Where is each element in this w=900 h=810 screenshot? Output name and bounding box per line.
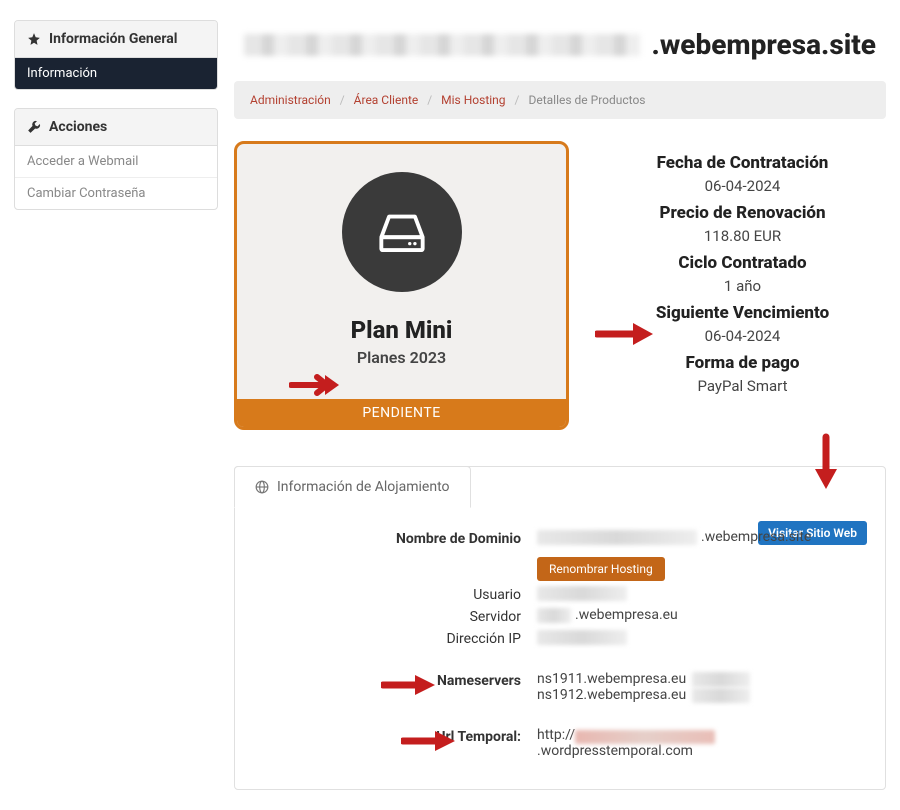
hdd-icon [371, 201, 433, 263]
product-subtitle: Planes 2023 [237, 348, 566, 367]
annotation-arrow-visit [811, 433, 841, 489]
page-title-suffix: .webempresa.site [652, 28, 876, 61]
annotation-arrow-url [401, 729, 455, 753]
breadcrumb-area-cliente[interactable]: Área Cliente [354, 93, 419, 107]
user-label: Usuario [257, 585, 521, 603]
redacted-domain-prefix [244, 34, 640, 56]
wrench-icon [27, 120, 41, 134]
domain-value: .webempresa.site [537, 529, 863, 545]
redacted-domain [537, 530, 697, 545]
sidebar-info-title: Información General [49, 31, 177, 47]
redacted-url-mid [575, 730, 715, 744]
server-label: Servidor [257, 607, 521, 625]
breadcrumb-mis-hosting[interactable]: Mis Hosting [441, 93, 505, 107]
annotation-arrow-due [595, 321, 653, 347]
product-status: PENDIENTE [237, 399, 566, 427]
annotation-arrow-plan [289, 372, 339, 398]
redacted-ns1-ip [692, 672, 750, 687]
product-details: Fecha de Contratación 06-04-2024 Precio … [599, 141, 886, 430]
renewal-price-value: 118.80 EUR [599, 227, 886, 245]
payment-label: Forma de pago [599, 353, 886, 373]
redacted-user [537, 586, 627, 601]
renewal-price-label: Precio de Renovación [599, 203, 886, 223]
sidebar-info-panel: Información General Información [14, 20, 218, 90]
sidebar-item-change-password[interactable]: Cambiar Contraseña [15, 178, 217, 209]
sidebar-info-header: Información General [15, 21, 217, 58]
sidebar-actions-header: Acciones [15, 109, 217, 146]
annotation-arrow-ns [381, 673, 435, 697]
sidebar-actions-panel: Acciones Acceder a Webmail Cambiar Contr… [14, 108, 218, 210]
redacted-ns2-ip [692, 688, 750, 703]
next-due-label: Siguiente Vencimiento [599, 303, 886, 323]
cycle-value: 1 año [599, 277, 886, 295]
server-value: .webempresa.eu [537, 607, 863, 623]
redacted-ip [537, 630, 627, 645]
ip-label: Dirección IP [257, 629, 521, 647]
ip-value [537, 629, 863, 645]
redacted-server [537, 608, 571, 623]
hire-date-value: 06-04-2024 [599, 177, 886, 195]
hire-date-label: Fecha de Contratación [599, 153, 886, 173]
product-card: Plan Mini Planes 2023 PENDIENTE [234, 141, 569, 430]
user-value [537, 585, 863, 601]
page-title: .webempresa.site [234, 20, 886, 81]
payment-value: PayPal Smart [599, 377, 886, 395]
globe-icon [255, 480, 269, 494]
product-name: Plan Mini [237, 316, 566, 344]
hosting-info-tab[interactable]: Información de Alojamiento [234, 466, 471, 508]
url-temp-label: Url Temporal: [257, 727, 521, 745]
nameservers-value: ns1911.webempresa.eu ns1912.webempresa.e… [537, 671, 863, 703]
cycle-label: Ciclo Contratado [599, 253, 886, 273]
star-icon [27, 32, 41, 46]
domain-label: Nombre de Dominio [257, 529, 521, 547]
hosting-info-box: Información de Alojamiento Visitar Sitio… [234, 466, 886, 790]
breadcrumb-admin[interactable]: Administración [250, 93, 331, 107]
sidebar-item-info[interactable]: Información [15, 58, 217, 89]
breadcrumb: Administración / Área Cliente / Mis Host… [234, 81, 886, 119]
sidebar-actions-title: Acciones [49, 119, 107, 135]
breadcrumb-current: Detalles de Productos [528, 93, 645, 107]
rename-hosting-button[interactable]: Renombrar Hosting [537, 557, 665, 581]
url-temp-value[interactable]: http://.wordpresstemporal.com [537, 727, 863, 759]
hosting-tab-label: Información de Alojamiento [277, 479, 450, 495]
sidebar-item-webmail[interactable]: Acceder a Webmail [15, 146, 217, 178]
product-icon [342, 172, 462, 292]
